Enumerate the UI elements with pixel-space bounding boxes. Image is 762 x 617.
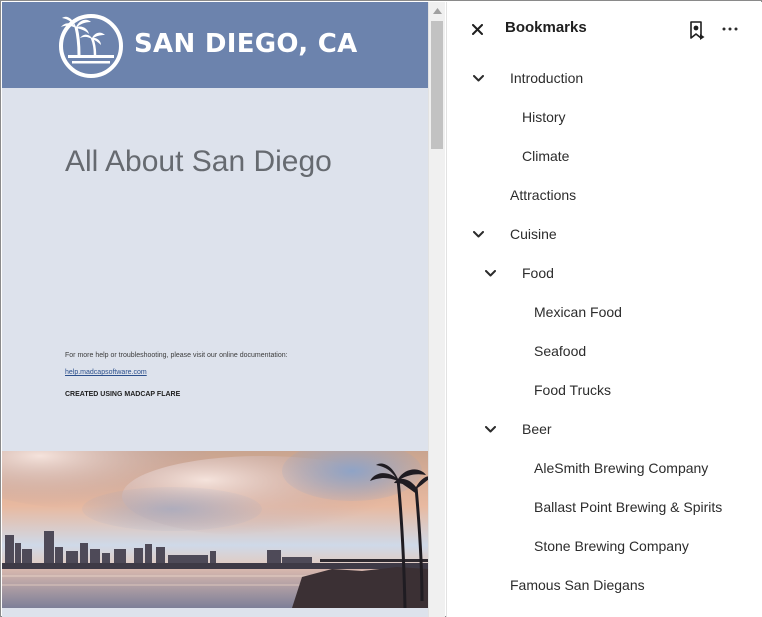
chevron-down-icon[interactable] [471, 227, 485, 241]
document-page: SAN DIEGO, CA All About San Diego For mo… [2, 2, 428, 617]
bookmark-item[interactable]: Attractions [447, 180, 762, 210]
bookmark-label: Climate [522, 148, 570, 164]
help-link[interactable]: help.madcapsoftware.com [65, 369, 147, 376]
palm-tree-logo-icon [59, 14, 123, 78]
document-scrollbar[interactable] [428, 2, 445, 617]
bookmark-label: History [522, 109, 566, 125]
san-diego-skyline-photo [2, 451, 428, 608]
bookmark-label: AleSmith Brewing Company [534, 460, 709, 476]
bookmark-label: Stone Brewing Company [534, 538, 689, 554]
scrollbar-thumb[interactable] [431, 21, 443, 149]
help-text: For more help or troubleshooting, please… [65, 352, 288, 359]
bookmark-item[interactable]: Mexican Food [447, 297, 762, 327]
bookmark-item[interactable]: AleSmith Brewing Company [447, 453, 762, 483]
chevron-down-icon[interactable] [483, 266, 497, 280]
bookmark-item[interactable]: Stone Brewing Company [447, 531, 762, 561]
app-window: SAN DIEGO, CA All About San Diego For mo… [0, 0, 762, 617]
bookmark-label: Attractions [510, 187, 577, 203]
bookmark-item[interactable]: Climate [447, 141, 762, 171]
chevron-down-icon[interactable] [471, 71, 485, 85]
bookmark-label: Food [522, 265, 554, 281]
logo-text: SAN DIEGO, CA [134, 29, 358, 59]
bookmark-label: Mexican Food [534, 304, 622, 320]
bookmark-item[interactable]: Food Trucks [447, 375, 762, 405]
bookmark-item[interactable]: Introduction [447, 63, 762, 93]
bookmark-item[interactable]: Beer [447, 414, 762, 444]
bookmark-item[interactable]: Famous San Diegans [447, 570, 762, 600]
bookmark-item[interactable]: Ballast Point Brewing & Spirits [447, 492, 762, 522]
scroll-up-arrow-icon[interactable] [429, 2, 445, 19]
bookmark-item[interactable]: Cuisine [447, 219, 762, 249]
bookmark-item[interactable]: History [447, 102, 762, 132]
document-pane[interactable]: SAN DIEGO, CA All About San Diego For mo… [2, 2, 428, 617]
bookmark-label: Introduction [510, 70, 584, 86]
bookmark-label: Famous San Diegans [510, 577, 645, 593]
bookmark-label: Beer [522, 421, 552, 437]
document-header-banner: SAN DIEGO, CA [2, 2, 428, 88]
bookmark-label: Seafood [534, 343, 587, 359]
document-title: All About San Diego [65, 145, 332, 178]
bookmark-label: Cuisine [510, 226, 557, 242]
chevron-down-icon[interactable] [483, 422, 497, 436]
bookmarks-panel: Bookmarks Introduction History Climate Attr… [446, 2, 762, 617]
bookmark-label: Ballast Point Brewing & Spirits [534, 499, 723, 515]
created-using-text: CREATED USING MADCAP FLARE [65, 391, 181, 398]
bookmark-item[interactable]: Food [447, 258, 762, 288]
bookmark-tree: Introduction History Climate Attractions Cui… [447, 2, 762, 617]
bookmark-item[interactable]: Seafood [447, 336, 762, 366]
bookmark-label: Food Trucks [534, 382, 612, 398]
